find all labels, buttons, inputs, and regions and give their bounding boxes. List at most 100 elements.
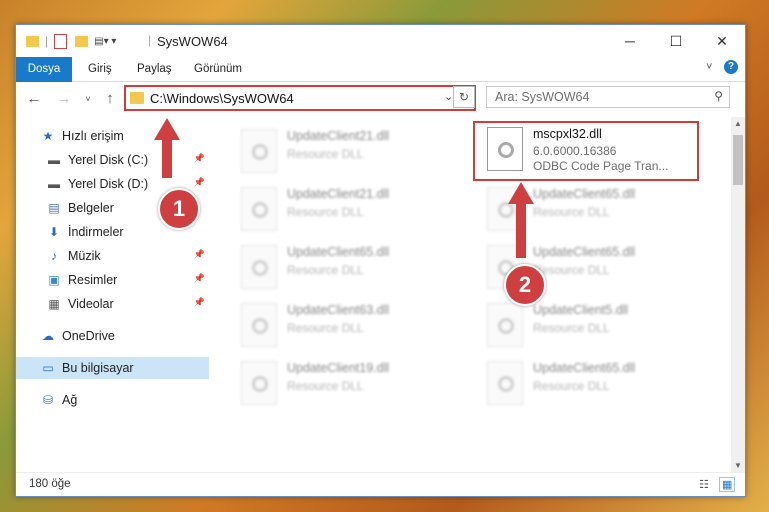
address-path[interactable]: C:\Windows\SysWOW64 — [150, 91, 294, 106]
tab-view[interactable]: Görünüm — [194, 57, 242, 81]
ribbon-expand-icon[interactable]: ˅ — [706, 61, 712, 73]
drive-icon: ▬ — [48, 177, 60, 191]
new-folder-icon[interactable] — [75, 35, 89, 47]
tab-home[interactable]: Giriş — [88, 57, 112, 81]
ribbon-tabs: Dosya Giriş Paylaş Görünüm ˅ ? — [16, 57, 745, 113]
video-icon: ▦ — [48, 297, 60, 311]
sidebar-item-label: Yerel Disk (D:) — [68, 177, 149, 191]
file-name: UpdateClient65.dll — [533, 245, 636, 259]
search-placeholder: Ara: SysWOW64 — [495, 90, 590, 104]
music-icon: ♪ — [51, 249, 57, 263]
file-type: Resource DLL — [533, 379, 610, 393]
status-bar: 180 öğe ☷ ▦ — [16, 472, 745, 496]
file-type: Resource DLL — [287, 263, 364, 277]
folder-icon[interactable] — [26, 35, 39, 47]
dll-file-icon — [241, 361, 277, 405]
file-item[interactable]: UpdateClient65.dll Resource DLL — [229, 241, 459, 297]
forward-button[interactable]: → — [54, 90, 74, 108]
window-title: SysWOW64 — [157, 34, 228, 49]
sidebar-item-music[interactable]: ♪ Müzik 📌 — [46, 245, 209, 267]
scroll-down-icon[interactable]: ▼ — [731, 461, 745, 470]
file-item[interactable]: UpdateClient21.dll Resource DLL — [229, 183, 459, 239]
file-name: UpdateClient21.dll — [287, 187, 390, 201]
network-icon: ⛁ — [42, 393, 54, 407]
details-view-icon[interactable]: ☷ — [699, 478, 709, 491]
sidebar-item-label: Yerel Disk (C:) — [68, 153, 149, 167]
pin-icon[interactable]: 📌 — [194, 249, 205, 260]
navigation-pane: ★ Hızlı erişim ▬ Yerel Disk (C:) 📌 ▬ Yer… — [16, 117, 209, 477]
item-count: 180 öğe — [29, 478, 71, 490]
dll-file-icon — [241, 129, 277, 173]
minimize-button[interactable]: ─ — [607, 25, 653, 57]
document-icon: ▤ — [48, 201, 60, 215]
file-name: UpdateClient21.dll — [287, 129, 390, 143]
dll-file-icon — [487, 361, 523, 405]
file-type: Resource DLL — [533, 263, 610, 277]
file-item[interactable]: UpdateClient5.dll Resource DLL — [475, 299, 705, 355]
sidebar-item-label: Bu bilgisayar — [62, 361, 134, 375]
customize-toolbar-icon[interactable]: ▤▾ ▾ — [94, 36, 116, 47]
file-type: Resource DLL — [533, 205, 610, 219]
close-button[interactable]: ✕ — [699, 25, 745, 57]
pin-icon[interactable]: 📌 — [194, 153, 205, 164]
file-name: UpdateClient65.dll — [533, 361, 636, 375]
callout-arrow-2 — [508, 182, 534, 204]
file-item[interactable]: UpdateClient65.dll Resource DLL — [475, 357, 705, 413]
properties-icon[interactable] — [54, 33, 68, 49]
sidebar-item-label: Ağ — [62, 393, 78, 407]
sidebar-item-local-disk-c[interactable]: ▬ Yerel Disk (C:) 📌 — [46, 149, 209, 171]
sidebar-item-label: Resimler — [68, 273, 118, 287]
file-name: UpdateClient19.dll — [287, 361, 390, 375]
file-item[interactable]: UpdateClient21.dll Resource DLL — [229, 125, 459, 181]
computer-icon: ▭ — [42, 361, 54, 375]
dll-file-icon — [241, 303, 277, 347]
scroll-up-icon[interactable]: ▲ — [731, 119, 745, 128]
sidebar-item-this-pc[interactable]: ▭ Bu bilgisayar — [16, 357, 209, 379]
sidebar-item-onedrive[interactable]: ☁ OneDrive — [40, 325, 209, 347]
drive-icon: ▬ — [48, 153, 60, 167]
pin-icon[interactable]: 📌 — [194, 177, 205, 188]
pin-icon[interactable]: 📌 — [194, 297, 205, 308]
callout-badge-1: 1 — [158, 188, 200, 230]
maximize-button[interactable]: ☐ — [653, 25, 699, 57]
sidebar-item-quick-access[interactable]: ★ Hızlı erişim — [40, 125, 209, 147]
pin-icon[interactable]: 📌 — [194, 273, 205, 284]
sidebar-item-network[interactable]: ⛁ Ağ — [40, 389, 209, 411]
download-icon: ⬇ — [48, 225, 60, 239]
vertical-scrollbar[interactable]: ▲ ▼ — [731, 117, 745, 472]
scroll-thumb[interactable] — [733, 135, 743, 185]
dll-file-icon — [487, 303, 523, 347]
file-highlight-box — [473, 121, 699, 181]
refresh-button[interactable]: ↻ — [453, 86, 475, 108]
chevron-down-icon[interactable]: ⌄ — [444, 90, 453, 103]
sidebar-item-label: Belgeler — [68, 201, 114, 215]
quick-access-toolbar: | ▤▾ ▾ — [26, 33, 116, 49]
up-button[interactable]: ↑ — [100, 90, 120, 108]
file-item[interactable]: UpdateClient19.dll Resource DLL — [229, 357, 459, 413]
sidebar-item-label: OneDrive — [62, 329, 115, 343]
cloud-icon: ☁ — [42, 329, 54, 343]
address-bar[interactable]: C:\Windows\SysWOW64 ⌄ — [124, 85, 476, 111]
file-name: UpdateClient65.dll — [533, 187, 636, 201]
file-name: UpdateClient5.dll — [533, 303, 629, 317]
file-type: Resource DLL — [287, 205, 364, 219]
sidebar-item-label: Müzik — [68, 249, 101, 263]
file-type: Resource DLL — [287, 147, 364, 161]
sidebar-item-pictures[interactable]: ▣ Resimler 📌 — [46, 269, 209, 291]
sidebar-item-label: Hızlı erişim — [62, 129, 124, 143]
recent-locations-button[interactable]: ˅ — [78, 90, 98, 108]
callout-badge-2: 2 — [504, 264, 546, 306]
large-icons-view-icon[interactable]: ▦ — [719, 477, 736, 492]
search-input[interactable]: Ara: SysWOW64 ⚲ — [486, 86, 730, 108]
file-type: Resource DLL — [533, 321, 610, 335]
sidebar-item-videos[interactable]: ▦ Videolar 📌 — [46, 293, 209, 315]
sidebar-item-label: Videolar — [68, 297, 114, 311]
search-icon[interactable]: ⚲ — [714, 89, 723, 103]
help-icon[interactable]: ? — [724, 60, 738, 74]
file-type: Resource DLL — [287, 379, 364, 393]
tab-share[interactable]: Paylaş — [137, 57, 172, 81]
file-item[interactable]: UpdateClient63.dll Resource DLL — [229, 299, 459, 355]
folder-icon — [130, 92, 144, 104]
explorer-window: | ▤▾ ▾ | SysWOW64 ─ ☐ ✕ Dosya Giriş Payl… — [15, 24, 746, 497]
back-button[interactable]: ← — [24, 90, 44, 108]
